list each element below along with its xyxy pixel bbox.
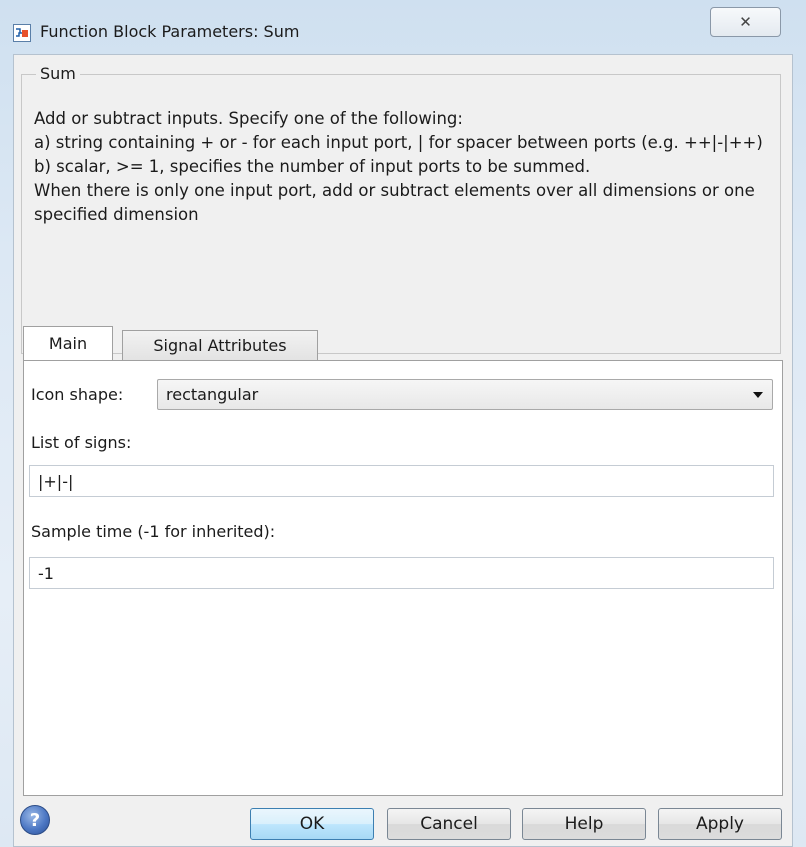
main-tab-panel: Icon shape: rectangular List of signs: S… xyxy=(23,360,783,796)
list-of-signs-field[interactable] xyxy=(29,465,774,497)
help-question-icon[interactable]: ? xyxy=(20,805,50,835)
list-of-signs-input[interactable] xyxy=(30,466,773,496)
block-name-label: Sum xyxy=(36,64,80,83)
ok-button-label: OK xyxy=(299,814,325,834)
chevron-down-icon xyxy=(753,392,763,398)
help-icon-glyph: ? xyxy=(29,809,41,831)
tab-main-label: Main xyxy=(48,334,88,353)
apply-button-label: Apply xyxy=(696,814,744,834)
title-bar[interactable]: Function Block Parameters: Sum ✕ xyxy=(0,0,806,54)
window-title: Function Block Parameters: Sum xyxy=(40,22,300,41)
help-button[interactable]: Help xyxy=(522,808,646,840)
close-button[interactable]: ✕ xyxy=(710,7,781,37)
cancel-button-label: Cancel xyxy=(420,814,478,834)
icon-shape-label: Icon shape: xyxy=(31,385,124,404)
tab-signal-attributes[interactable]: Signal Attributes xyxy=(122,330,318,360)
block-description: Add or subtract inputs. Specify one of t… xyxy=(34,109,763,224)
close-icon: ✕ xyxy=(739,13,752,31)
help-button-label: Help xyxy=(564,814,604,834)
block-description-group: Sum Add or subtract inputs. Specify one … xyxy=(21,64,781,354)
dialog-client-area: Sum Add or subtract inputs. Specify one … xyxy=(13,54,793,847)
apply-button[interactable]: Apply xyxy=(658,808,782,840)
list-of-signs-label: List of signs: xyxy=(31,433,132,452)
sample-time-label: Sample time (-1 for inherited): xyxy=(31,522,276,541)
sample-time-input[interactable] xyxy=(30,558,773,588)
sample-time-field[interactable] xyxy=(29,557,774,589)
icon-shape-value: rectangular xyxy=(166,385,259,404)
simulink-block-icon xyxy=(13,24,31,42)
cancel-button[interactable]: Cancel xyxy=(387,808,511,840)
tab-signal-attributes-label: Signal Attributes xyxy=(153,336,287,355)
ok-button[interactable]: OK xyxy=(250,808,374,840)
icon-shape-select[interactable]: rectangular xyxy=(157,379,773,410)
tab-main[interactable]: Main xyxy=(23,326,113,360)
